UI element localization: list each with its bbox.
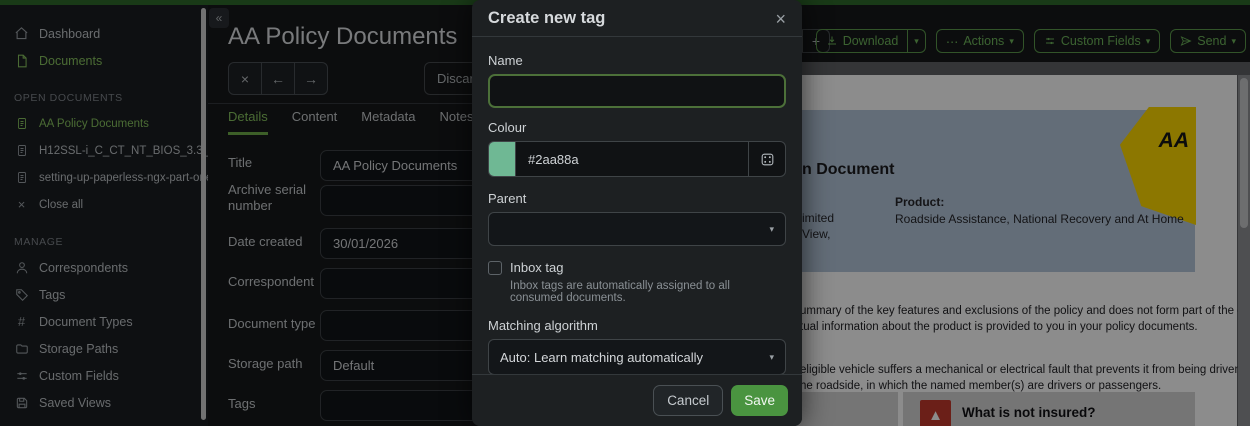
inbox-tag-checkbox-row[interactable]: Inbox tag (488, 260, 786, 275)
save-button[interactable]: Save (731, 385, 788, 416)
inbox-tag-label: Inbox tag (510, 260, 564, 275)
colour-value-input[interactable] (515, 141, 749, 177)
inbox-tag-hint: Inbox tags are automatically assigned to… (510, 280, 786, 304)
create-tag-modal: Create new tag × Name Colour Parent ▾ (472, 0, 802, 426)
matching-algorithm-value: Auto: Learn matching automatically (500, 350, 703, 365)
chevron-down-icon: ▾ (769, 225, 774, 234)
chevron-down-icon: ▾ (769, 353, 774, 362)
inbox-tag-checkbox[interactable] (488, 261, 502, 275)
name-label: Name (488, 53, 786, 68)
parent-label: Parent (488, 191, 786, 206)
colour-input-group (488, 141, 786, 177)
modal-close-icon[interactable]: × (775, 10, 786, 28)
colour-label: Colour (488, 120, 786, 135)
modal-footer: Cancel Save (472, 374, 802, 426)
modal-title: Create new tag (488, 9, 605, 28)
paperless-app: Dashboard Documents OPEN DOCUMENTS AA Po… (0, 0, 1250, 426)
tag-name-input[interactable] (488, 74, 786, 108)
matching-algorithm-label: Matching algorithm (488, 318, 786, 333)
cancel-button[interactable]: Cancel (653, 385, 723, 416)
parent-select[interactable]: ▾ (488, 212, 786, 246)
colour-swatch (488, 141, 515, 177)
matching-algorithm-select[interactable]: Auto: Learn matching automatically ▾ (488, 339, 786, 375)
dice-icon (760, 152, 775, 167)
random-colour-button[interactable] (748, 141, 786, 177)
modal-header: Create new tag × (472, 0, 802, 37)
modal-body: Name Colour Parent ▾ Inbox tag (472, 37, 802, 425)
